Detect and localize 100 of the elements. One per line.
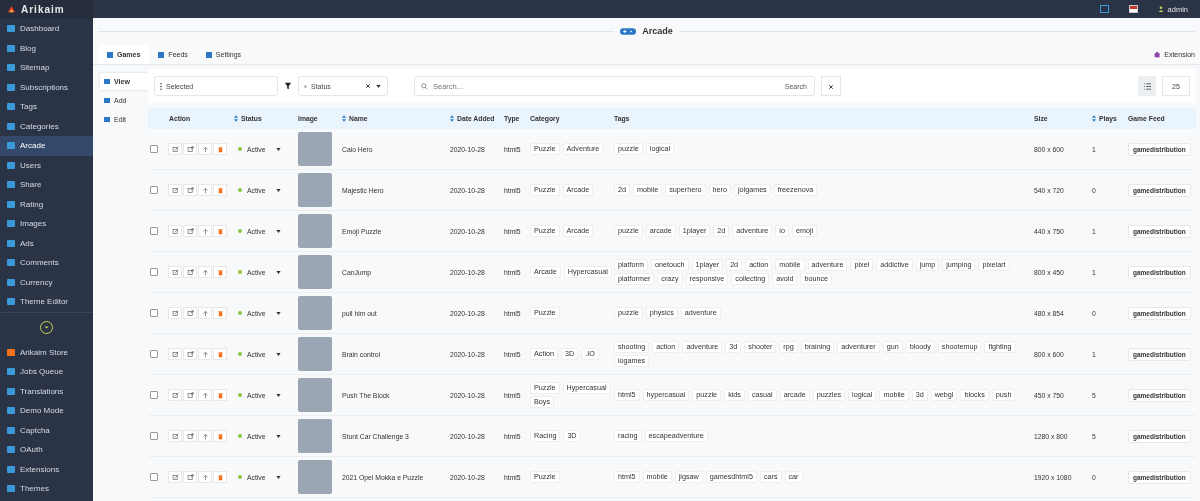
puzzle-icon bbox=[1154, 51, 1162, 58]
sidebar-item[interactable]: Comments bbox=[0, 253, 93, 273]
open-link-button[interactable] bbox=[183, 348, 197, 360]
caret-icon bbox=[274, 186, 282, 194]
arrow-up-icon bbox=[201, 309, 209, 317]
sidebar-item[interactable]: Captcha bbox=[0, 420, 93, 440]
sidebar-item[interactable]: Dashboard bbox=[0, 19, 93, 39]
pin-button[interactable] bbox=[198, 471, 212, 483]
open-link-button[interactable] bbox=[183, 184, 197, 196]
list-view-button[interactable] bbox=[1138, 76, 1156, 96]
pin-button[interactable] bbox=[198, 430, 212, 442]
status-dot bbox=[238, 188, 242, 192]
photo-placeholder bbox=[298, 132, 332, 166]
row-checkbox[interactable] bbox=[150, 145, 158, 153]
square-icon bbox=[7, 387, 15, 395]
sidebar-item[interactable]: Translations bbox=[0, 381, 93, 401]
sidebar-item[interactable]: Categories bbox=[0, 116, 93, 136]
sidebar-item[interactable]: Arikaim Store bbox=[0, 342, 93, 362]
square-icon bbox=[7, 122, 15, 130]
sidebar-item[interactable]: Themes bbox=[0, 479, 93, 499]
open-link-button[interactable] bbox=[183, 307, 197, 319]
delete-button[interactable] bbox=[213, 471, 227, 483]
row-checkbox[interactable] bbox=[150, 350, 158, 358]
edit-button[interactable] bbox=[168, 307, 182, 319]
clear-icon[interactable] bbox=[365, 83, 371, 89]
sidebar-item[interactable]: Share bbox=[0, 175, 93, 195]
edit-button[interactable] bbox=[168, 389, 182, 401]
status-dot bbox=[238, 147, 242, 151]
edit-button[interactable] bbox=[168, 143, 182, 155]
row-checkbox[interactable] bbox=[150, 473, 158, 481]
sidebar-item[interactable]: Extensions bbox=[0, 459, 93, 479]
sidebar-item[interactable]: Tags bbox=[0, 97, 93, 117]
caret-icon bbox=[375, 82, 382, 90]
sidebar-item[interactable]: Ads bbox=[0, 233, 93, 253]
delete-button[interactable] bbox=[213, 225, 227, 237]
sidebar-item[interactable]: Subscriptions bbox=[0, 77, 93, 97]
edit-button[interactable] bbox=[168, 266, 182, 278]
delete-button[interactable] bbox=[213, 430, 227, 442]
edit-button[interactable] bbox=[168, 184, 182, 196]
dot-icon bbox=[304, 84, 307, 88]
sidebar-item[interactable]: Currency bbox=[0, 272, 93, 292]
open-link-button[interactable] bbox=[183, 225, 197, 237]
square-icon bbox=[7, 220, 15, 228]
square-icon bbox=[7, 465, 15, 473]
edit-button[interactable] bbox=[168, 225, 182, 237]
sidebar-item[interactable]: OAuth bbox=[0, 440, 93, 460]
flag-icon[interactable] bbox=[1128, 5, 1138, 13]
arrow-up-icon bbox=[201, 391, 209, 399]
page-title: Arcade bbox=[642, 26, 673, 36]
delete-button[interactable] bbox=[213, 348, 227, 360]
row-checkbox[interactable] bbox=[150, 227, 158, 235]
open-link-button[interactable] bbox=[183, 389, 197, 401]
sidebar-item[interactable]: Images bbox=[0, 214, 93, 234]
square-icon bbox=[7, 348, 15, 356]
row-checkbox[interactable] bbox=[150, 309, 158, 317]
gamepad-icon bbox=[620, 26, 637, 36]
sidebar-item[interactable]: Users bbox=[0, 155, 93, 175]
edit-button[interactable] bbox=[168, 348, 182, 360]
pin-button[interactable] bbox=[198, 225, 212, 237]
delete-button[interactable] bbox=[213, 307, 227, 319]
row-checkbox[interactable] bbox=[150, 186, 158, 194]
edit-icon bbox=[171, 432, 179, 440]
open-link-button[interactable] bbox=[183, 266, 197, 278]
pin-button[interactable] bbox=[198, 389, 212, 401]
sidebar-item[interactable]: Blog bbox=[0, 38, 93, 58]
delete-button[interactable] bbox=[213, 143, 227, 155]
row-checkbox[interactable] bbox=[150, 391, 158, 399]
sidebar-item[interactable]: Sitemap bbox=[0, 58, 93, 78]
edit-button[interactable] bbox=[168, 430, 182, 442]
sidebar-item[interactable]: Theme Editor bbox=[0, 292, 93, 312]
sidebar-item[interactable]: Demo Mode bbox=[0, 401, 93, 421]
pin-button[interactable] bbox=[198, 184, 212, 196]
sort-icon bbox=[342, 115, 346, 122]
row-checkbox[interactable] bbox=[150, 432, 158, 440]
pin-button[interactable] bbox=[198, 266, 212, 278]
sidebar-item[interactable]: Arcade bbox=[0, 136, 93, 156]
delete-button[interactable] bbox=[213, 266, 227, 278]
pin-button[interactable] bbox=[198, 348, 212, 360]
square-icon bbox=[7, 278, 15, 286]
edit-icon bbox=[171, 186, 179, 194]
edit-button[interactable] bbox=[168, 471, 182, 483]
caret-icon bbox=[274, 432, 282, 440]
photo-placeholder bbox=[298, 255, 332, 289]
row-checkbox[interactable] bbox=[150, 268, 158, 276]
sidebar-item[interactable]: Jobs Queue bbox=[0, 362, 93, 382]
open-link-button[interactable] bbox=[183, 143, 197, 155]
open-link-button[interactable] bbox=[183, 430, 197, 442]
sidebar-item[interactable]: Rating bbox=[0, 194, 93, 214]
calendar-icon[interactable] bbox=[1099, 5, 1109, 13]
external-link-icon bbox=[186, 391, 194, 399]
caret-icon bbox=[274, 268, 282, 276]
open-link-button[interactable] bbox=[183, 471, 197, 483]
filter-icon[interactable] bbox=[284, 82, 292, 90]
caret-icon bbox=[274, 309, 282, 317]
delete-button[interactable] bbox=[213, 184, 227, 196]
arrow-up-icon bbox=[201, 473, 209, 481]
pin-button[interactable] bbox=[198, 143, 212, 155]
pin-button[interactable] bbox=[198, 307, 212, 319]
delete-button[interactable] bbox=[213, 389, 227, 401]
external-link-icon bbox=[186, 186, 194, 194]
